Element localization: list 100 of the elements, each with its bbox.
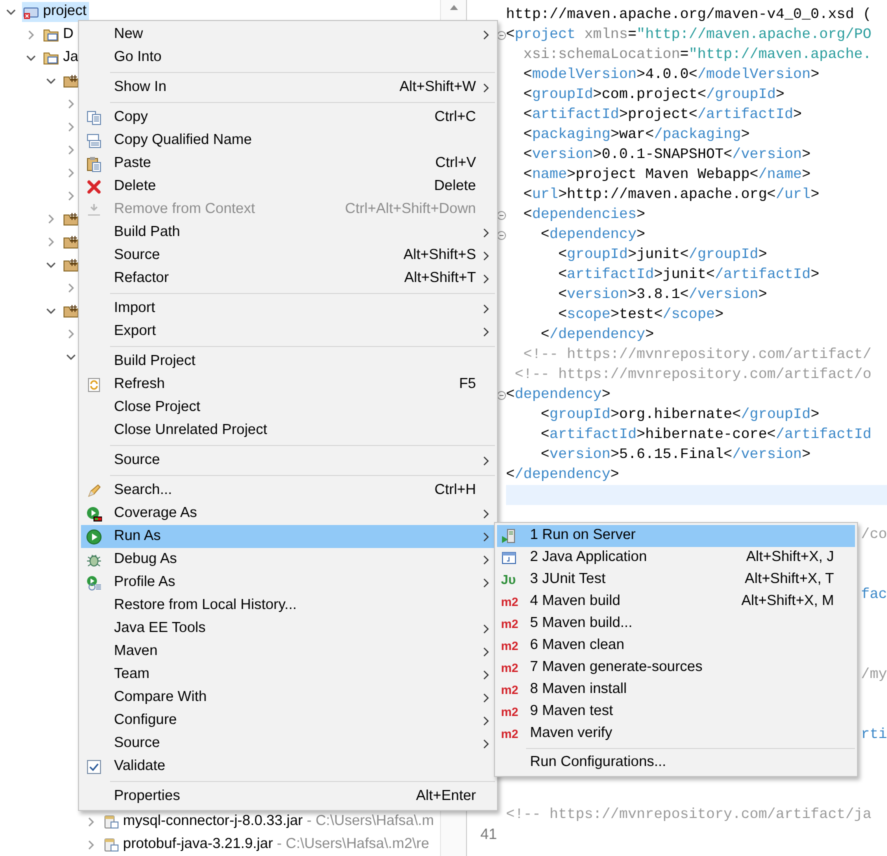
code-line: <!-- https://mvnrepository.com/artifact/	[522, 346, 872, 365]
code-line: <version>3.8.1</version>	[557, 286, 768, 305]
menu-item[interactable]: m2 9 Maven test	[497, 701, 855, 723]
coverage-icon	[86, 506, 102, 522]
code-line: /my	[861, 666, 887, 685]
clipboard-icon	[86, 156, 102, 172]
code-line: <dependency>	[506, 386, 610, 405]
code-line: http://maven.apache.org/maven-v4_0_0.xsd (	[506, 6, 872, 25]
menu-item[interactable]: Java EE Tools	[81, 617, 495, 640]
code-line: <modelVersion>4.0.0</modelVersion>	[522, 66, 820, 85]
menu-item[interactable]: Restore from Local History...	[81, 594, 495, 617]
menu-item[interactable]: 2 Java Application Alt+Shift+X, J	[497, 547, 855, 569]
package-icon	[63, 234, 79, 250]
menu-item[interactable]: Configure	[81, 709, 495, 732]
menu-item[interactable]: m2 Maven verify	[497, 723, 855, 745]
shortcut-text: Alt+Shift+X, T	[744, 570, 835, 590]
maven-icon: m2	[501, 594, 519, 610]
menu-item[interactable]: Run Configurations...	[497, 752, 855, 774]
maven-icon: m2	[501, 726, 519, 742]
tree-item[interactable]: D	[42, 24, 76, 44]
menu-item[interactable]: Close Unrelated Project	[81, 419, 495, 442]
run-icon	[86, 528, 102, 544]
menu-item[interactable]: Show In Alt+Shift+W	[81, 76, 495, 99]
menu-item[interactable]: Refresh F5	[81, 373, 495, 396]
shortcut-text: Alt+Enter	[414, 786, 476, 806]
menu-item[interactable]: Search... Ctrl+H	[81, 479, 495, 502]
menu-item[interactable]: Source Alt+Shift+S	[81, 244, 495, 267]
menu-item[interactable]: m2 4 Maven build Alt+Shift+X, M	[497, 591, 855, 613]
menu-item[interactable]: New	[81, 23, 495, 46]
tree-item[interactable]: Ja	[42, 48, 80, 68]
menu-item[interactable]: Team	[81, 663, 495, 686]
menu-item[interactable]: Coverage As	[81, 502, 495, 525]
server-icon	[501, 528, 517, 544]
scroll-up-arrow-icon[interactable]	[450, 5, 458, 10]
code-line: </dependency>	[506, 466, 620, 485]
shortcut-text: Ctrl+H	[434, 480, 476, 500]
maven-icon: m2	[501, 616, 519, 632]
menu-item[interactable]: 1 Run on Server	[497, 525, 855, 547]
menu-item[interactable]: Refactor Alt+Shift+T	[81, 267, 495, 290]
shortcut-text: Alt+Shift+X, J	[745, 548, 835, 568]
junit-icon: Jᴜ	[501, 572, 519, 588]
menu-item[interactable]: Source	[81, 449, 495, 472]
code-line: <dependency>	[540, 226, 646, 245]
menu-item[interactable]: Build Path	[81, 221, 495, 244]
shortcut-text: Delete	[433, 176, 476, 196]
code-line: <!-- https://mvnrepository.com/artifact/o	[514, 366, 872, 385]
shortcut-text: Ctrl+C	[434, 108, 476, 127]
menu-item[interactable]: Go Into	[81, 46, 495, 69]
menu-item[interactable]: Delete Delete	[81, 175, 495, 198]
tree-item[interactable]: mysql-connector-j-8.0.33.jar - C:\Users\Hafsa\.m	[102, 812, 436, 832]
code-line: <groupId>org.hibernate</groupId>	[540, 406, 820, 425]
maven-icon: m2	[501, 660, 519, 676]
menu-item[interactable]: Close Project	[81, 396, 495, 419]
menu-item[interactable]: Copy Qualified Name	[81, 129, 495, 152]
menu-item[interactable]: Jᴜ 3 JUnit Test Alt+Shift+X, T	[497, 569, 855, 591]
menu-item[interactable]: Copy Ctrl+C	[81, 106, 495, 129]
menu-item[interactable]: Debug As	[81, 548, 495, 571]
menu-item[interactable]: Profile As	[81, 571, 495, 594]
menu-item[interactable]: Export	[81, 320, 495, 343]
line-number: 41	[479, 824, 497, 845]
shortcut-text: Ctrl+Alt+Shift+Down	[344, 200, 476, 219]
file-path: - C:\Users\Hafsa\.m2\re	[276, 834, 430, 854]
code-line: <version>5.6.15.Final</version>	[540, 446, 811, 465]
menu-item[interactable]: Import	[81, 297, 495, 320]
copy-icon	[86, 132, 102, 148]
code-line: <scope>test</scope>	[557, 306, 724, 325]
shortcut-text: Alt+Shift+W	[398, 78, 476, 97]
menu-item[interactable]: Validate	[81, 755, 495, 778]
window-icon	[501, 550, 517, 566]
code-line: <name>project Maven Webapp</name>	[522, 166, 811, 185]
remove-icon	[86, 202, 102, 218]
tree-item[interactable]: project	[22, 2, 89, 22]
code-line: rti	[861, 726, 887, 745]
code-line: <packaging>war</packaging>	[522, 126, 750, 145]
menu-item[interactable]: m2 6 Maven clean	[497, 635, 855, 657]
package-icon	[63, 210, 79, 226]
code-line: </dependency>	[540, 326, 654, 345]
folder-icon	[43, 50, 59, 66]
menu-item[interactable]: m2 5 Maven build...	[497, 613, 855, 635]
code-line: <artifactId>project</artifactId>	[522, 106, 802, 125]
jar-icon	[103, 836, 119, 852]
menu-item[interactable]: m2 7 Maven generate-sources	[497, 657, 855, 679]
checkbox-icon[interactable]	[86, 758, 102, 774]
tree-item[interactable]: protobuf-java-3.21.9.jar - C:\Users\Hafsa\.m2\re	[102, 834, 432, 854]
code-line: <dependencies>	[522, 206, 646, 225]
menu-item[interactable]: Maven	[81, 640, 495, 663]
code-line: <groupId>com.project</groupId>	[522, 86, 784, 105]
menu-item[interactable]: Compare With	[81, 686, 495, 709]
folder-icon	[43, 26, 59, 42]
menu-item[interactable]: Properties Alt+Enter	[81, 785, 495, 808]
menu-item[interactable]: Run As	[81, 525, 495, 548]
shortcut-text: F5	[458, 374, 476, 394]
code-line: <project xmlns="http://maven.apache.org/PO	[506, 26, 872, 45]
menu-item[interactable]: Source	[81, 732, 495, 755]
menu-item[interactable]: Build Project	[81, 350, 495, 373]
menu-item[interactable]: m2 8 Maven install	[497, 679, 855, 701]
menu-item[interactable]: Paste Ctrl+V	[81, 152, 495, 175]
pen-icon	[86, 482, 102, 498]
code-line: <url>http://maven.apache.org</url>	[522, 186, 820, 205]
profile-icon	[86, 574, 102, 590]
